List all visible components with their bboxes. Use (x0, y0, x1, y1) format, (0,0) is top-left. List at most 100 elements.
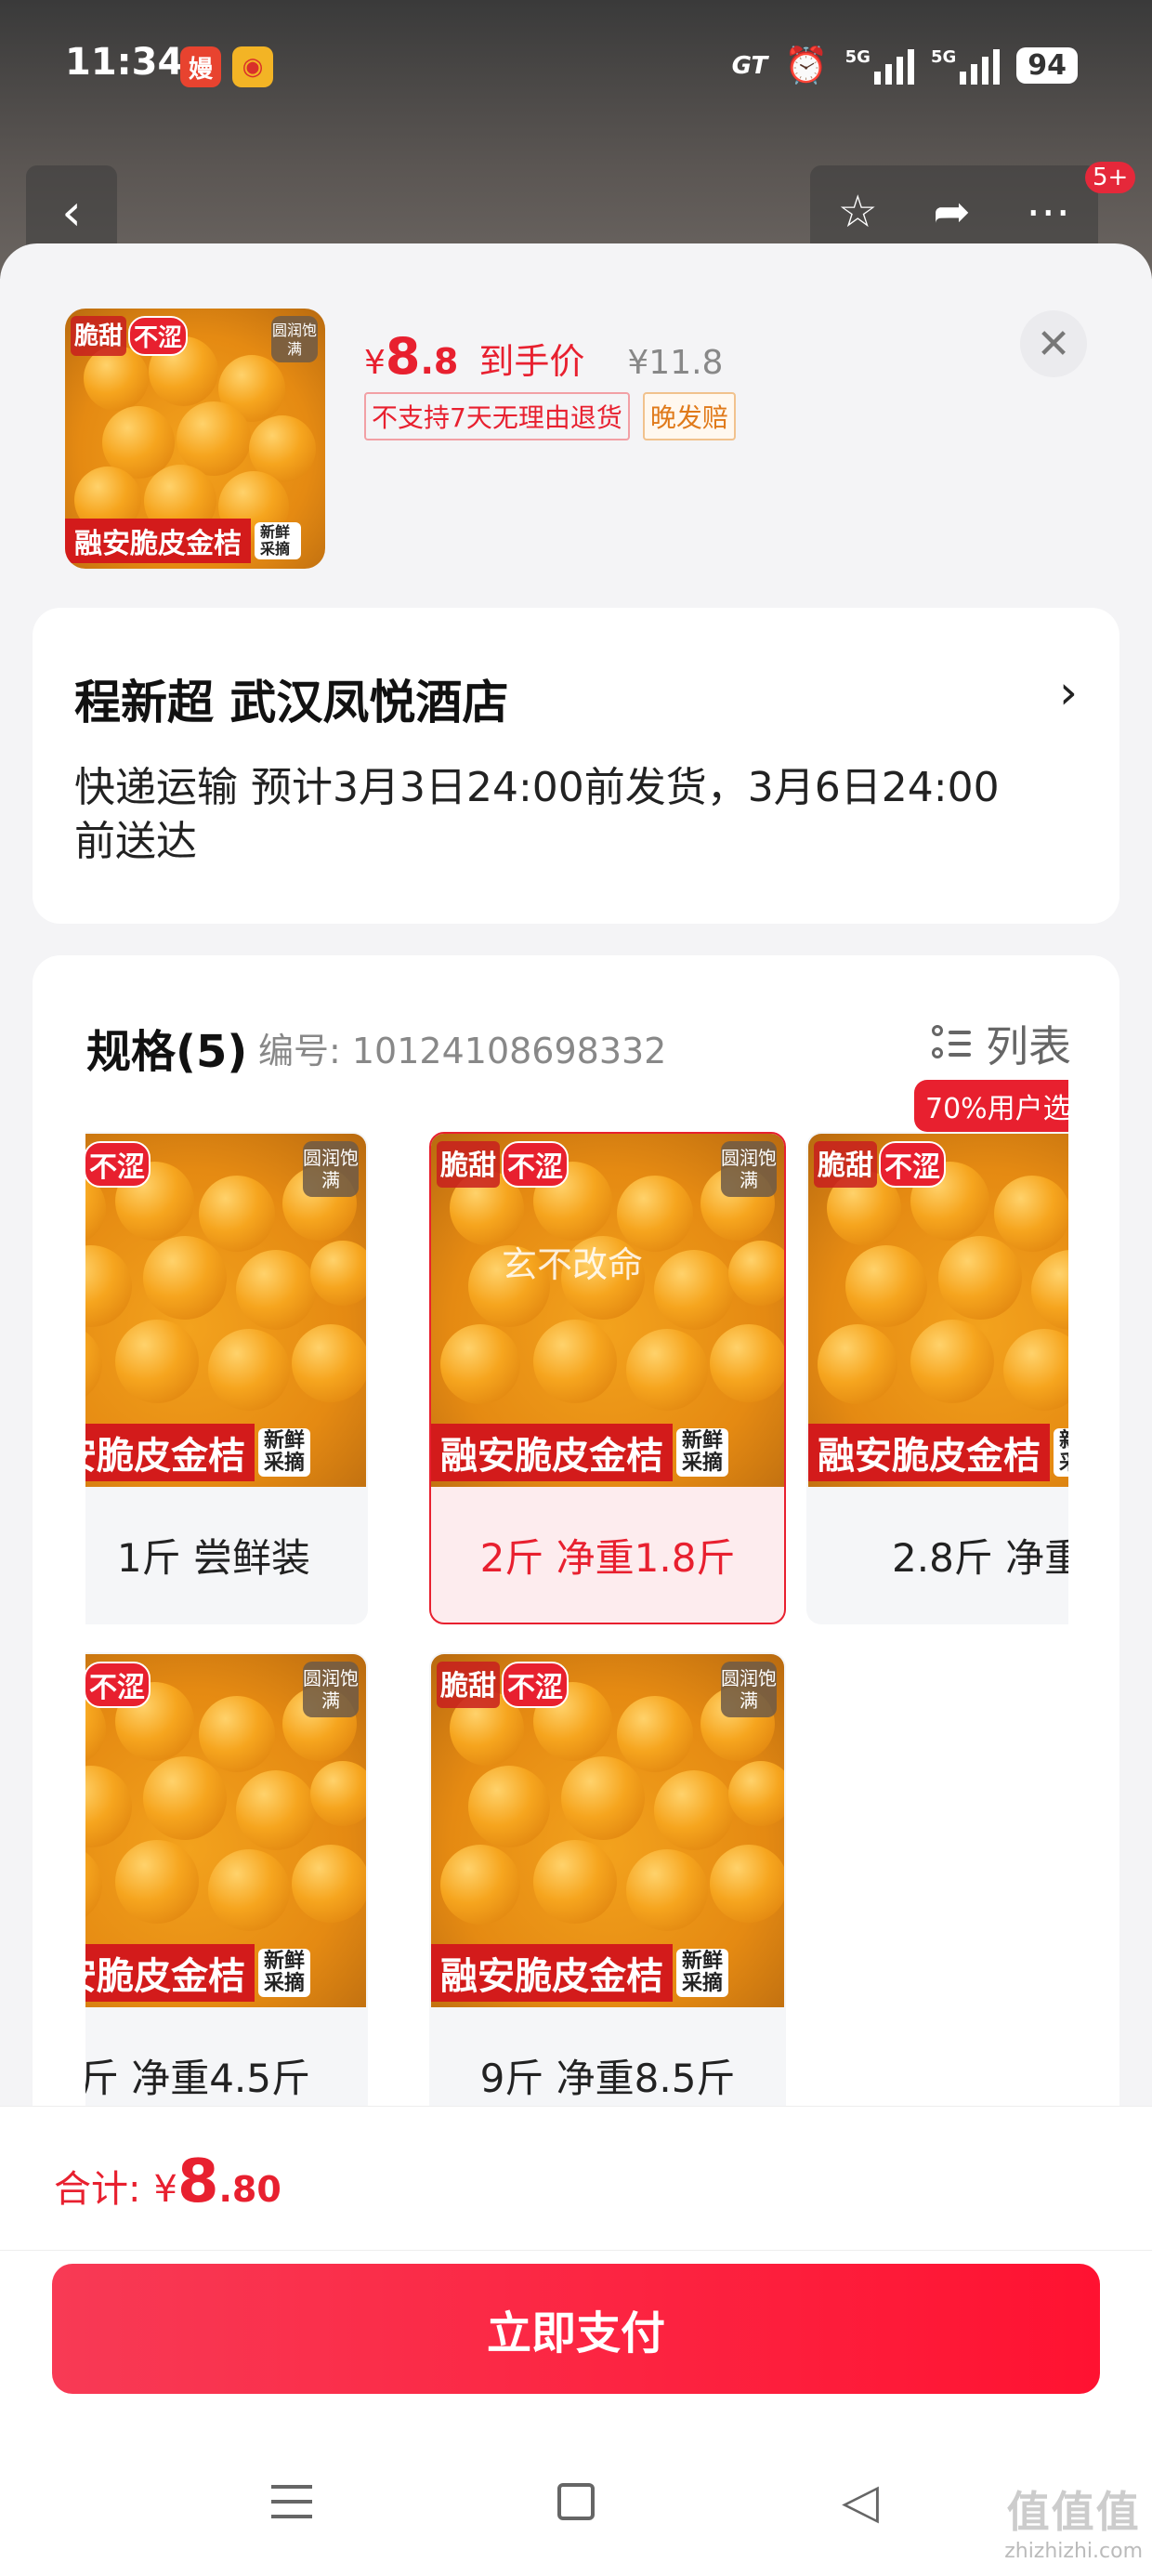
image-tag-1: 脆甜 (71, 316, 127, 356)
close-icon[interactable]: ✕ (1020, 310, 1087, 377)
image-banner: 融安脆皮金桔新鲜采摘 (431, 1944, 784, 2002)
pay-now-button[interactable]: 立即支付 (52, 2264, 1100, 2394)
image-tag-top-right: 圆润饱满 (271, 316, 318, 362)
image-tag: 脆甜 (437, 1141, 500, 1188)
image-tag-top-right: 圆润饱满 (303, 1141, 359, 1197)
corner-watermark-big: 值值值 (1006, 2487, 1141, 2537)
signal-icon: 5G (845, 47, 914, 85)
image-tag: 不涩 (502, 1141, 569, 1188)
shipping-info: 快递运输 预计3月3日24:00前发货，3月6日24:00前送达 (74, 764, 1000, 865)
image-banner-text: 融安脆皮金桔 (85, 1944, 255, 2002)
total-decimal: .80 (218, 2169, 281, 2210)
spec-option[interactable]: 脆甜不涩圆润饱满融安脆皮金桔新鲜采摘 2.8斤 净重 (806, 1132, 1068, 1624)
signal-icon-2: 5G (930, 46, 1001, 85)
image-tag: 不涩 (879, 1141, 946, 1188)
spec-title: 规格(5) (86, 1026, 248, 1078)
no-return-tag: 不支持7天无理由退货 (364, 392, 630, 440)
status-right: GT ⏰ 5G 5G 94 (732, 45, 1078, 86)
image-fresh-tag: 新鲜采摘 (258, 1428, 310, 1477)
late-ship-comp-tag[interactable]: 晚发赔 (642, 392, 736, 440)
list-view-toggle[interactable]: 列表 (932, 1013, 1071, 1074)
image-banner-text: 融安脆皮金桔 (431, 1944, 673, 2002)
price-integer: 8 (385, 327, 421, 386)
address-card[interactable]: 程新超 武汉凤悦酒店 › 快递运输 预计3月3日24:00前发货，3月6日24:… (33, 608, 1119, 924)
spec-option[interactable]: 脆甜 不涩 圆润饱满融安脆皮金桔 新鲜采摘 玄不改命 2斤 净重1.8斤 (429, 1132, 786, 1624)
total-row: 合计: ¥ 8 .80 (54, 2148, 281, 2216)
image-tag: 不涩 (502, 1662, 569, 1708)
image-fresh-tag: 新鲜采摘 (255, 522, 301, 559)
image-tag-top-left: 脆甜不涩 (85, 1662, 151, 1708)
total-bar: 合计: ¥ 8 .80 (0, 2106, 1152, 2251)
image-fresh-tag: 新鲜采摘 (258, 1949, 310, 1997)
image-tag-2: 不涩 (128, 316, 189, 356)
image-tag-top-left: 脆甜不涩 (85, 1141, 151, 1188)
total-currency: ¥ (153, 2168, 177, 2211)
spec-option[interactable]: 脆甜不涩圆润饱满融安脆皮金桔新鲜采摘5斤 净重4.5斤 (85, 1652, 368, 2145)
image-banner: 融安脆皮金桔 新鲜采摘 (65, 519, 325, 563)
image-banner: 融安脆皮金桔新鲜采摘 (431, 1424, 784, 1481)
image-banner-text: 融安脆皮金桔 (85, 1424, 255, 1481)
notification-badge: 5+ (1085, 162, 1136, 193)
spec-option-label: 2斤 净重1.8斤 (479, 1534, 736, 1581)
share-icon[interactable]: ➦ (933, 186, 970, 238)
corner-watermark-small: zhizhizhi.com (1004, 2540, 1143, 2563)
image-banner-text: 融安脆皮金桔 (65, 519, 251, 563)
image-tag: 脆甜 (814, 1141, 877, 1188)
watermark-text: 玄不改命 (502, 1244, 644, 1285)
sim2-label: 5G (930, 46, 957, 67)
price-currency: ¥ (364, 344, 386, 382)
image-banner-text: 融安脆皮金桔 (431, 1424, 673, 1481)
more-icon[interactable]: ⋯ (1026, 186, 1070, 238)
original-price: ¥11.8 (627, 344, 724, 382)
status-bar: 11:34 嫚 ◉ GT ⏰ 5G 5G 94 (0, 0, 1152, 139)
sim1-label: 5G (844, 46, 871, 67)
image-tag-top-left: 脆甜不涩 (814, 1141, 946, 1188)
image-banner-text: 融安脆皮金桔 (808, 1424, 1050, 1481)
battery-icon: 94 (1016, 47, 1078, 84)
spec-option[interactable]: 脆甜不涩 圆润饱满融安脆皮金桔新鲜采摘 1斤 尝鲜装 (85, 1132, 368, 1624)
star-icon[interactable]: ☆ (838, 186, 878, 238)
menu-icon[interactable] (255, 2464, 329, 2539)
total-label: 合计: (54, 2168, 141, 2211)
spec-option-label: 1斤 尝鲜装 (116, 1534, 310, 1581)
image-banner: 融安脆皮金桔新鲜采摘 (808, 1424, 1068, 1481)
spec-code: 编号: 10124108698332 (258, 1031, 667, 1071)
spec-option-image: 脆甜不涩 圆润饱满融安脆皮金桔新鲜采摘 (85, 1654, 366, 2007)
spec-option-image: 脆甜 不涩 圆润饱满融安脆皮金桔 新鲜采摘 玄不改命 (431, 1134, 784, 1487)
image-tag-top-right: 圆润饱满 (721, 1662, 777, 1717)
list-icon (932, 1023, 973, 1064)
pay-area: 立即支付 ◁ 值值值 zhizhizhi.com (0, 2251, 1152, 2576)
service-tags: 不支持7天无理由退货 晚发赔 (364, 392, 736, 440)
image-tag-top-left: 脆甜 不涩 (71, 316, 189, 356)
system-nav-bar: ◁ 值值值 zhizhizhi.com (0, 2427, 1152, 2576)
product-thumbnail: 脆甜 不涩 圆润饱满 融安脆皮金桔 新鲜采摘 (65, 309, 325, 569)
spec-option-image: 脆甜不涩 圆润饱满融安脆皮金桔新鲜采摘 (85, 1134, 366, 1487)
chevron-right-icon: › (1059, 665, 1078, 719)
image-tag-top-right: 圆润饱满 (303, 1662, 359, 1717)
alarm-icon: ⏰ (784, 45, 829, 85)
weibo-icon: ◉ (232, 46, 273, 87)
image-tag-top-left: 脆甜不涩 (437, 1662, 569, 1708)
spec-option[interactable]: 脆甜 不涩 圆润饱满 融安脆皮金桔 新鲜采摘 9斤 净重8.5斤 (429, 1652, 786, 2145)
spec-option-image: 脆甜不涩 圆润饱满融安脆皮金桔新鲜采摘 (431, 1654, 784, 2007)
spec-option-label: 2.8斤 净重 (892, 1534, 1068, 1581)
image-tag-top-right: 圆润饱满 (721, 1141, 777, 1197)
nav-back-icon[interactable]: ◁ (823, 2464, 897, 2539)
image-tag-top-left: 脆甜不涩 (437, 1141, 569, 1188)
spec-option-image: 脆甜不涩圆润饱满融安脆皮金桔新鲜采摘 (808, 1134, 1068, 1487)
hot-choice-badge: 70%用户选 (914, 1080, 1068, 1132)
corner-watermark: 值值值 zhizhizhi.com (1004, 2478, 1143, 2563)
network-label: GT (731, 51, 768, 80)
home-icon[interactable] (539, 2464, 613, 2539)
price-label: 到手价 (478, 341, 585, 382)
image-fresh-tag: 新鲜采摘 (676, 1428, 728, 1477)
app-notification-icon: 嫚 (180, 46, 221, 87)
price-decimal: .8 (420, 341, 459, 382)
status-time: 11:34 (65, 41, 184, 84)
list-toggle-label: 列表 (986, 1021, 1071, 1071)
image-fresh-tag: 新鲜采摘 (1054, 1428, 1068, 1477)
price-row: ¥ 8 .8 到手价 ¥11.8 (364, 327, 723, 386)
image-fresh-tag: 新鲜采摘 (676, 1949, 728, 1997)
address-name: 程新超 武汉凤悦酒店 (74, 676, 509, 729)
image-banner: 融安脆皮金桔新鲜采摘 (85, 1944, 366, 2002)
